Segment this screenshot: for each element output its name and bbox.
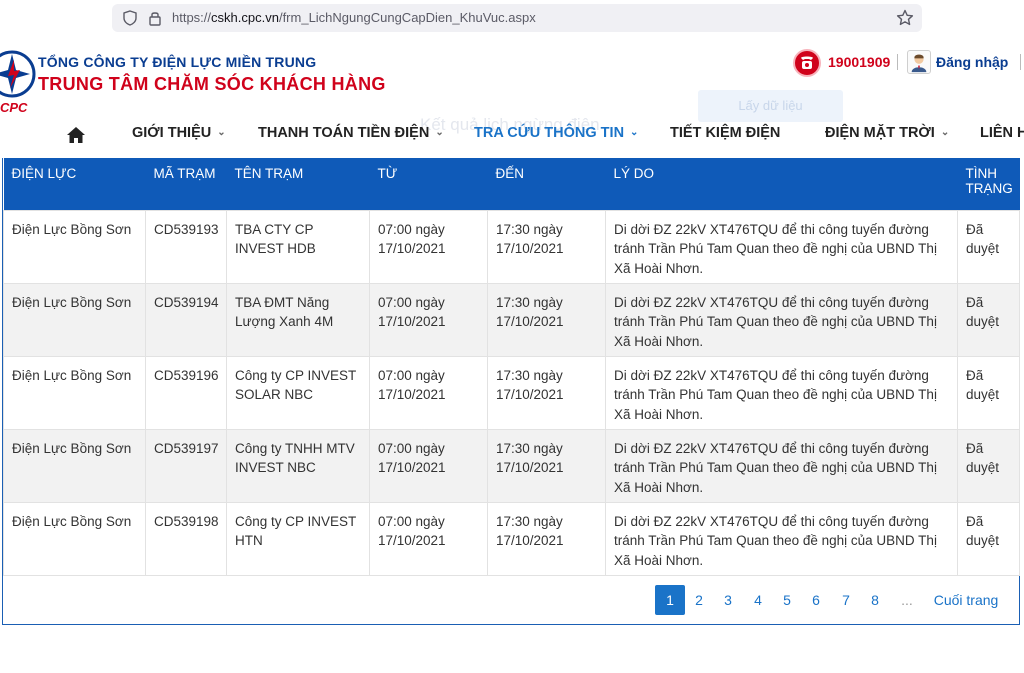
cell-ma-tram: CD539198 (145, 501, 227, 576)
cell-dien-luc: Điện Lực Bồng Sơn (3, 209, 146, 284)
shield-icon[interactable] (122, 10, 138, 26)
bookmark-star-icon[interactable] (896, 9, 914, 27)
site-header: CPC TỔNG CÔNG TY ĐIỆN LỰC MIỀN TRUNG TRU… (0, 38, 1024, 122)
cell-den: 17:30 ngày 17/10/2021 (487, 428, 606, 503)
cell-tinh-trang: Đã duyệt (957, 209, 1020, 284)
cell-den: 17:30 ngày 17/10/2021 (487, 282, 606, 357)
nav-item-thanh-toan[interactable]: THANH TOÁN TIỀN ĐIỆN ⌄ (258, 125, 444, 141)
cell-den: 17:30 ngày 17/10/2021 (487, 209, 606, 284)
page-ellipsis: ... (901, 592, 913, 608)
nav-item-gioi-thieu[interactable]: GIỚI THIỆU ⌄ (132, 125, 226, 141)
table-row: Điện Lực Bồng Sơn CD539197 Công ty TNHH … (3, 428, 1020, 503)
nav-item-tra-cuu[interactable]: TRA CỨU THÔNG TIN ⌄ (474, 125, 638, 141)
nav-label: TRA CỨU THÔNG TIN (474, 125, 625, 141)
outage-schedule-table: ĐIỆN LỰC MÃ TRẠM TÊN TRẠM TỪ ĐẾN LÝ DO T… (2, 158, 1020, 625)
nav-item-tiet-kiem[interactable]: TIẾT KIỆM ĐIỆN (670, 125, 780, 141)
table-row: Điện Lực Bồng Sơn CD539196 Công ty CP IN… (3, 355, 1020, 430)
page-link-current[interactable]: 1 (655, 585, 685, 615)
nav-item-dien-mat-troi[interactable]: ĐIỆN MẶT TRỜI ⌄ (825, 125, 949, 141)
cell-tu: 07:00 ngày 17/10/2021 (369, 282, 488, 357)
user-avatar-icon[interactable] (907, 50, 931, 74)
chevron-down-icon: ⌄ (630, 127, 639, 138)
cell-tinh-trang: Đã duyệt (957, 355, 1020, 430)
address-bar[interactable]: https://cskh.cpc.vn/frm_LichNgungCungCap… (112, 4, 922, 32)
nav-label: TIẾT KIỆM ĐIỆN (670, 125, 781, 141)
cell-dien-luc: Điện Lực Bồng Sơn (3, 282, 146, 357)
cell-ten-tram: Công ty CP INVEST HTN (226, 501, 370, 576)
lock-icon[interactable] (148, 10, 162, 26)
column-header: ĐẾN (487, 158, 606, 210)
cell-dien-luc: Điện Lực Bồng Sơn (3, 355, 146, 430)
cell-ma-tram: CD539196 (145, 355, 227, 430)
divider (1020, 54, 1021, 70)
cell-tu: 07:00 ngày 17/10/2021 (369, 428, 488, 503)
cell-ten-tram: Công ty CP INVEST SOLAR NBC (226, 355, 370, 430)
hotline-number[interactable]: 19001909 (828, 54, 890, 70)
cell-ten-tram: Công ty TNHH MTV INVEST NBC (226, 428, 370, 503)
chevron-down-icon: ⌄ (435, 127, 444, 138)
nav-label: GIỚI THIỆU (132, 125, 212, 141)
column-header: ĐIỆN LỰC (3, 158, 146, 210)
nav-label: THANH TOÁN TIỀN ĐIỆN (258, 125, 430, 141)
results-table: ĐIỆN LỰC MÃ TRẠM TÊN TRẠM TỪ ĐẾN LÝ DO T… (3, 158, 1020, 576)
url-path: /frm_LichNgungCungCapDien_KhuVuc.aspx (278, 10, 536, 25)
nav-label: LIÊN H (980, 125, 1024, 141)
table-row: Điện Lực Bồng Sơn CD539193 TBA CTY CP IN… (3, 209, 1020, 284)
cell-ly-do: Di dời ĐZ 22kV XT476TQU để thi công tuyế… (605, 501, 958, 576)
cell-ma-tram: CD539194 (145, 282, 227, 357)
column-header: TỪ (369, 158, 488, 210)
cell-tinh-trang: Đã duyệt (957, 428, 1020, 503)
cell-den: 17:30 ngày 17/10/2021 (487, 355, 606, 430)
chevron-down-icon: ⌄ (217, 127, 226, 138)
nav-label: ĐIỆN MẶT TRỜI (825, 125, 935, 141)
table-header-row: ĐIỆN LỰC MÃ TRẠM TÊN TRẠM TỪ ĐẾN LÝ DO T… (3, 158, 1020, 210)
browser-toolbar: https://cskh.cpc.vn/frm_LichNgungCungCap… (0, 0, 1024, 38)
cell-tinh-trang: Đã duyệt (957, 501, 1020, 576)
cell-ten-tram: TBA CTY CP INVEST HDB (226, 209, 370, 284)
cell-ma-tram: CD539197 (145, 428, 227, 503)
cell-ten-tram: TBA ĐMT Năng Lượng Xanh 4M (226, 282, 370, 357)
page-link[interactable]: 2 (689, 585, 709, 615)
cell-ly-do: Di dời ĐZ 22kV XT476TQU để thi công tuyế… (605, 428, 958, 503)
column-header: TÌNH TRẠNG (957, 158, 1020, 210)
cell-tinh-trang: Đã duyệt (957, 282, 1020, 357)
divider (897, 54, 898, 70)
cell-tu: 07:00 ngày 17/10/2021 (369, 501, 488, 576)
cell-den: 17:30 ngày 17/10/2021 (487, 501, 606, 576)
page-link[interactable]: 5 (777, 585, 797, 615)
phone-icon (793, 49, 821, 77)
page-link[interactable]: 8 (865, 585, 885, 615)
center-name: TRUNG TÂM CHĂM SÓC KHÁCH HÀNG (38, 74, 386, 94)
cell-ma-tram: CD539193 (145, 209, 227, 284)
cell-dien-luc: Điện Lực Bồng Sơn (3, 501, 146, 576)
cell-ly-do: Di dời ĐZ 22kV XT476TQU để thi công tuyế… (605, 355, 958, 430)
table-row: Điện Lực Bồng Sơn CD539194 TBA ĐMT Năng … (3, 282, 1020, 357)
page-link[interactable]: 7 (836, 585, 856, 615)
page-link[interactable]: 4 (748, 585, 768, 615)
cell-ly-do: Di dời ĐZ 22kV XT476TQU để thi công tuyế… (605, 282, 958, 357)
pagination: 1 2 3 4 5 6 7 8 ... Cuối trang (0, 585, 1024, 615)
nav-item-lien-he[interactable]: LIÊN H (980, 125, 1024, 141)
url-text[interactable]: https://cskh.cpc.vn/frm_LichNgungCungCap… (172, 10, 536, 25)
logo-cpc-text: CPC (0, 100, 28, 115)
last-page-link[interactable]: Cuối trang (930, 585, 1002, 615)
page-link[interactable]: 3 (718, 585, 738, 615)
main-nav: GIỚI THIỆU ⌄ THANH TOÁN TIỀN ĐIỆN ⌄ TRA CỨ… (0, 118, 1024, 152)
chevron-down-icon: ⌄ (940, 127, 950, 138)
login-link[interactable]: Đăng nhập (936, 54, 1008, 70)
cell-tu: 07:00 ngày 17/10/2021 (369, 355, 488, 430)
column-header: MÃ TRẠM (145, 158, 227, 210)
cell-ly-do: Di dời ĐZ 22kV XT476TQU để thi công tuyế… (605, 209, 958, 284)
company-name: TỔNG CÔNG TY ĐIỆN LỰC MIỀN TRUNG (38, 54, 317, 70)
column-header: TÊN TRẠM (226, 158, 370, 210)
cell-tu: 07:00 ngày 17/10/2021 (369, 209, 488, 284)
column-header: LÝ DO (605, 158, 958, 210)
url-prefix: https:// (172, 10, 212, 25)
url-host: cskh.cpc.vn (211, 10, 279, 25)
cell-dien-luc: Điện Lực Bồng Sơn (3, 428, 146, 503)
table-row: Điện Lực Bồng Sơn CD539198 Công ty CP IN… (3, 501, 1020, 576)
page-link[interactable]: 6 (806, 585, 826, 615)
